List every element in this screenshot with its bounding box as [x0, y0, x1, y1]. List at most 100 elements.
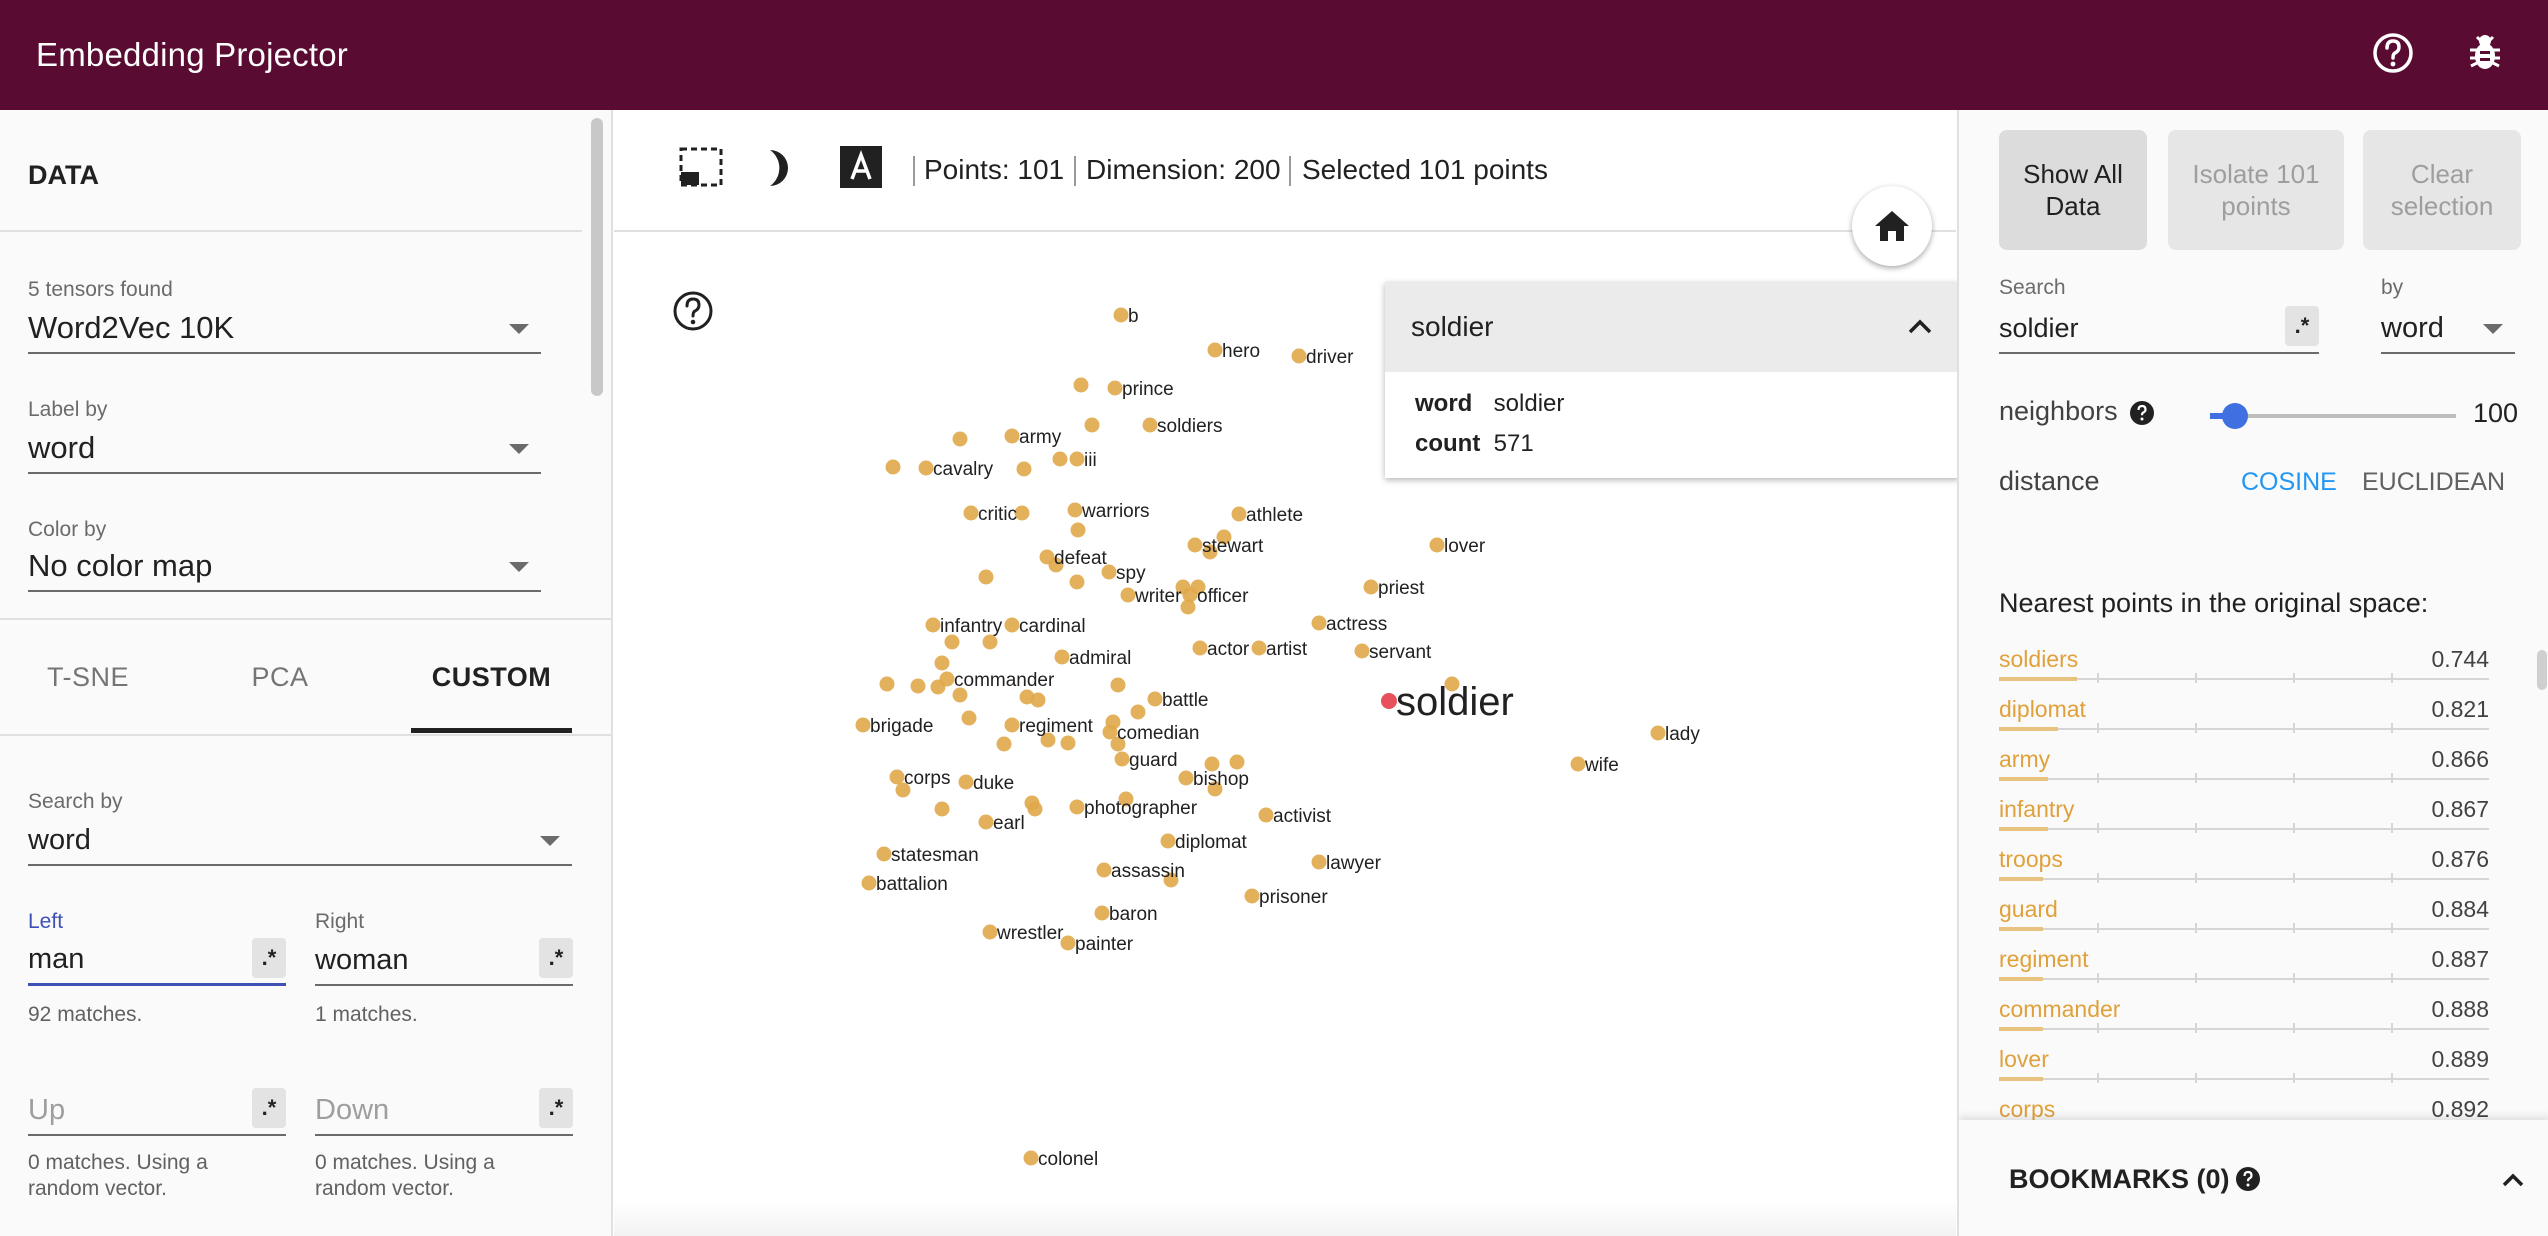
regex-toggle[interactable]: .*: [539, 938, 573, 978]
data-point[interactable]: [961, 710, 977, 726]
nearest-word[interactable]: corps: [1999, 1096, 2055, 1123]
data-point[interactable]: [861, 875, 877, 891]
reset-view-button[interactable]: [1852, 186, 1932, 266]
data-point[interactable]: [1004, 717, 1020, 733]
chevron-up-icon[interactable]: [2499, 1166, 2527, 1194]
data-point[interactable]: [1160, 833, 1176, 849]
help-icon[interactable]: [672, 290, 714, 337]
data-point[interactable]: [1030, 692, 1046, 708]
data-point[interactable]: [855, 717, 871, 733]
data-point[interactable]: [1130, 704, 1146, 720]
regex-toggle[interactable]: .*: [252, 1088, 286, 1128]
data-point[interactable]: [1113, 307, 1129, 323]
tab-tsne[interactable]: T-SNE: [20, 620, 156, 734]
nearest-point-row[interactable]: diplomat 0.821: [1999, 692, 2489, 742]
label-toggle-icon[interactable]: [840, 146, 882, 193]
help-icon[interactable]: [2129, 400, 2155, 431]
data-point[interactable]: [1110, 677, 1126, 693]
data-point[interactable]: [1192, 640, 1208, 656]
left-input[interactable]: man .*: [28, 936, 286, 986]
data-point[interactable]: [978, 569, 994, 585]
help-icon[interactable]: [2366, 26, 2420, 80]
data-point[interactable]: [1229, 754, 1245, 770]
selection-box-icon[interactable]: [678, 146, 726, 195]
nearest-word[interactable]: troops: [1999, 846, 2063, 873]
nearest-word[interactable]: army: [1999, 746, 2050, 773]
data-point[interactable]: [952, 431, 968, 447]
data-point[interactable]: [1231, 506, 1247, 522]
data-point[interactable]: [1291, 348, 1307, 364]
nearest-point-row[interactable]: troops 0.876: [1999, 842, 2489, 892]
up-input[interactable]: Up .*: [28, 1086, 286, 1136]
data-point[interactable]: [879, 676, 895, 692]
data-point[interactable]: [934, 655, 950, 671]
data-point[interactable]: [1207, 342, 1223, 358]
distance-euclidean-option[interactable]: EUCLIDEAN: [2362, 468, 2505, 497]
data-point[interactable]: [1258, 807, 1274, 823]
data-point[interactable]: [1114, 751, 1130, 767]
data-point[interactable]: [1069, 451, 1085, 467]
data-point[interactable]: [1060, 935, 1076, 951]
data-point[interactable]: [925, 617, 941, 633]
data-point[interactable]: [1120, 587, 1136, 603]
data-point[interactable]: [1244, 888, 1260, 904]
data-point[interactable]: [1429, 537, 1445, 553]
data-point[interactable]: [1147, 691, 1163, 707]
data-point[interactable]: [1054, 649, 1070, 665]
search-by-select[interactable]: word: [28, 816, 572, 866]
bug-icon[interactable]: [2458, 26, 2512, 80]
data-point[interactable]: [958, 774, 974, 790]
data-point[interactable]: [1251, 640, 1267, 656]
data-point[interactable]: [1311, 854, 1327, 870]
data-point[interactable]: [939, 671, 955, 687]
nearest-word[interactable]: diplomat: [1999, 696, 2086, 723]
data-point[interactable]: [963, 505, 979, 521]
nearest-word[interactable]: guard: [1999, 896, 2058, 923]
search-by-field-select[interactable]: word: [2381, 304, 2515, 354]
color-by-select[interactable]: No color map: [28, 542, 541, 592]
nearest-point-row[interactable]: regiment 0.887: [1999, 942, 2489, 992]
nearest-point-row[interactable]: soldiers 0.744: [1999, 642, 2489, 692]
regex-toggle[interactable]: .*: [539, 1088, 573, 1128]
data-point[interactable]: [1069, 574, 1085, 590]
data-point[interactable]: [1069, 799, 1085, 815]
data-point[interactable]: [1094, 905, 1110, 921]
help-icon[interactable]: [2235, 1166, 2261, 1197]
nearest-point-row[interactable]: guard 0.884: [1999, 892, 2489, 942]
regex-toggle[interactable]: .*: [2285, 306, 2319, 346]
data-point[interactable]: [1650, 725, 1666, 741]
nearest-point-row[interactable]: infantry 0.867: [1999, 792, 2489, 842]
data-point[interactable]: [1363, 579, 1379, 595]
nearest-word[interactable]: soldiers: [1999, 646, 2078, 673]
night-mode-icon[interactable]: [762, 146, 802, 195]
nearest-word[interactable]: regiment: [1999, 946, 2088, 973]
data-point[interactable]: [1107, 380, 1123, 396]
selected-point[interactable]: [1381, 693, 1397, 709]
data-point[interactable]: [1178, 770, 1194, 786]
data-point[interactable]: [1052, 451, 1068, 467]
data-point[interactable]: [1004, 617, 1020, 633]
show-all-data-button[interactable]: Show All Data: [1999, 130, 2147, 250]
data-point[interactable]: [885, 459, 901, 475]
scatter-plot[interactable]: b hero driver prince soldiers army iii cavalry c…: [614, 110, 1956, 1236]
data-point[interactable]: [876, 846, 892, 862]
data-point[interactable]: [1073, 377, 1089, 393]
search-input[interactable]: soldier .*: [1999, 304, 2319, 354]
data-point[interactable]: [1016, 461, 1032, 477]
data-point[interactable]: [996, 736, 1012, 752]
nearest-point-row[interactable]: lover 0.889: [1999, 1042, 2489, 1092]
data-point[interactable]: [1039, 549, 1055, 565]
tab-pca[interactable]: PCA: [212, 620, 348, 734]
nearest-point-row[interactable]: army 0.866: [1999, 742, 2489, 792]
neighbors-slider-handle[interactable]: [2222, 403, 2248, 429]
data-point[interactable]: [1570, 756, 1586, 772]
data-point[interactable]: [918, 460, 934, 476]
data-point[interactable]: [1311, 615, 1327, 631]
nearest-word[interactable]: infantry: [1999, 796, 2074, 823]
right-input[interactable]: woman .*: [315, 936, 573, 986]
isolate-points-button[interactable]: Isolate 101 points: [2168, 130, 2344, 250]
data-point[interactable]: [1084, 417, 1100, 433]
tab-custom[interactable]: CUSTOM: [411, 620, 572, 734]
label-by-select[interactable]: word: [28, 424, 541, 474]
data-point[interactable]: [934, 801, 950, 817]
